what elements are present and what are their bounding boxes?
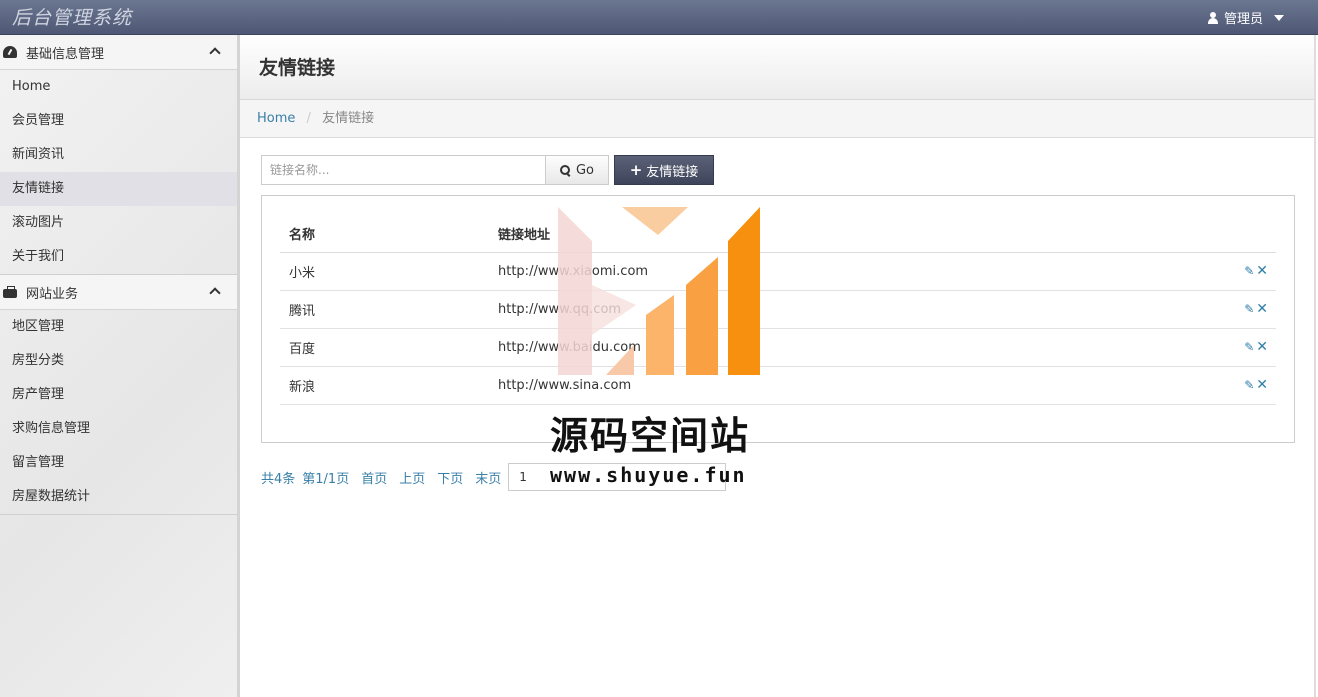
search-input[interactable] <box>261 155 545 185</box>
edit-icon[interactable]: ✎ <box>1244 378 1254 392</box>
main-content: 友情链接 Home / 友情链接 Go + 友情链接 名称 链接地址 <box>240 35 1316 697</box>
nav-group-business: 网站业务 地区管理 房型分类 房产管理 求购信息管理 留言管理 房屋数据统计 <box>0 275 237 515</box>
page-title: 友情链接 <box>259 57 336 79</box>
briefcase-icon <box>3 285 17 298</box>
dashboard-icon <box>3 46 17 58</box>
nav-group-title: 基础信息管理 <box>26 46 105 62</box>
toolbar: Go + 友情链接 <box>261 155 714 185</box>
breadcrumb-home-link[interactable]: Home <box>257 111 295 126</box>
nav-group-basic: 基础信息管理 Home 会员管理 新闻资讯 友情链接 滚动图片 关于我们 <box>0 35 237 275</box>
column-header-name: 名称 <box>280 215 489 253</box>
caret-down-icon <box>1274 14 1284 21</box>
go-label: Go <box>575 162 595 178</box>
sidebar-item-friend-links[interactable]: 友情链接 <box>0 172 237 206</box>
sidebar-item-regions[interactable]: 地区管理 <box>0 310 237 344</box>
pager-next-link[interactable]: 下页 <box>437 468 463 487</box>
delete-icon[interactable]: ✕ <box>1256 339 1268 355</box>
cell-name: 新浪 <box>280 366 489 405</box>
cell-name: 腾讯 <box>280 290 489 329</box>
breadcrumb-current: 友情链接 <box>322 111 375 126</box>
sidebar-item-properties[interactable]: 房产管理 <box>0 378 237 412</box>
add-label: 友情链接 <box>646 164 699 180</box>
column-header-actions <box>1115 215 1276 253</box>
sidebar-item-statistics[interactable]: 房屋数据统计 <box>0 480 237 514</box>
column-header-url: 链接地址 <box>489 215 1116 253</box>
table-row: 新浪 http://www.sina.com ✎ ✕ <box>280 366 1276 405</box>
table-row: 腾讯 http://www.qq.com ✎ ✕ <box>280 290 1276 329</box>
sidebar-item-members[interactable]: 会员管理 <box>0 104 237 138</box>
breadcrumb: Home / 友情链接 <box>240 100 1314 138</box>
cell-name: 小米 <box>280 252 489 291</box>
pager-total: 共4条 <box>261 471 296 487</box>
table-header-row: 名称 链接地址 <box>280 215 1276 253</box>
sidebar-item-messages[interactable]: 留言管理 <box>0 446 237 480</box>
nav-group-title: 网站业务 <box>26 286 79 302</box>
row-actions: ✎ ✕ <box>1115 328 1276 367</box>
nav-group-header-business[interactable]: 网站业务 <box>0 275 237 310</box>
pager-prev-link[interactable]: 上页 <box>399 468 425 487</box>
brand-title: 后台管理系统 <box>12 7 133 29</box>
search-go-button[interactable]: Go <box>545 155 609 185</box>
pager-last-link[interactable]: 末页 <box>475 468 501 487</box>
sidebar-item-news[interactable]: 新闻资讯 <box>0 138 237 172</box>
table-row: 百度 http://www.baidu.com ✎ ✕ <box>280 328 1276 367</box>
table-row: 小米 http://www.xiaomi.com ✎ ✕ <box>280 252 1276 291</box>
row-actions: ✎ ✕ <box>1115 366 1276 405</box>
chevron-up-icon <box>209 287 221 299</box>
sidebar-item-about[interactable]: 关于我们 <box>0 240 237 274</box>
search-icon <box>559 164 571 176</box>
pager-first-link[interactable]: 首页 <box>361 468 387 487</box>
sidebar-item-room-types[interactable]: 房型分类 <box>0 344 237 378</box>
cell-url: http://www.baidu.com <box>489 328 1116 367</box>
pagination: 共4条 第1/1页 首页 上页 下页 末页 1 <box>261 463 727 491</box>
nav-group-header-basic[interactable]: 基础信息管理 <box>0 35 237 70</box>
delete-icon[interactable]: ✕ <box>1256 377 1268 393</box>
edit-icon[interactable]: ✎ <box>1244 340 1254 354</box>
delete-icon[interactable]: ✕ <box>1256 263 1268 279</box>
edit-icon[interactable]: ✎ <box>1244 264 1254 278</box>
user-icon <box>1207 11 1219 24</box>
cell-url: http://www.xiaomi.com <box>489 252 1116 291</box>
breadcrumb-separator: / <box>306 111 311 126</box>
row-actions: ✎ ✕ <box>1115 290 1276 329</box>
links-table: 名称 链接地址 小米 http://www.xiaomi.com ✎ ✕ 腾讯 h… <box>280 215 1276 405</box>
sidebar: 基础信息管理 Home 会员管理 新闻资讯 友情链接 滚动图片 关于我们 网站业… <box>0 35 240 697</box>
user-name: 管理员 <box>1223 12 1263 27</box>
user-menu[interactable]: 管理员 <box>1207 8 1284 27</box>
page-header: 友情链接 <box>240 35 1314 100</box>
top-bar: 后台管理系统 管理员 <box>0 0 1318 35</box>
row-actions: ✎ ✕ <box>1115 252 1276 291</box>
cell-name: 百度 <box>280 328 489 367</box>
chevron-up-icon <box>209 47 221 59</box>
cell-url: http://www.sina.com <box>489 366 1116 405</box>
edit-icon[interactable]: ✎ <box>1244 302 1254 316</box>
sidebar-item-home[interactable]: Home <box>0 70 237 104</box>
sidebar-item-slider-images[interactable]: 滚动图片 <box>0 206 237 240</box>
page-select-value: 1 <box>519 470 527 484</box>
delete-icon[interactable]: ✕ <box>1256 301 1268 317</box>
plus-icon: + <box>629 160 643 179</box>
pager-page-info: 第1/1页 <box>302 471 350 487</box>
sidebar-item-purchase-requests[interactable]: 求购信息管理 <box>0 412 237 446</box>
cell-url: http://www.qq.com <box>489 290 1116 329</box>
page-select[interactable]: 1 <box>508 463 727 491</box>
add-link-button[interactable]: + 友情链接 <box>614 155 714 185</box>
links-table-panel: 名称 链接地址 小米 http://www.xiaomi.com ✎ ✕ 腾讯 h… <box>261 195 1295 443</box>
